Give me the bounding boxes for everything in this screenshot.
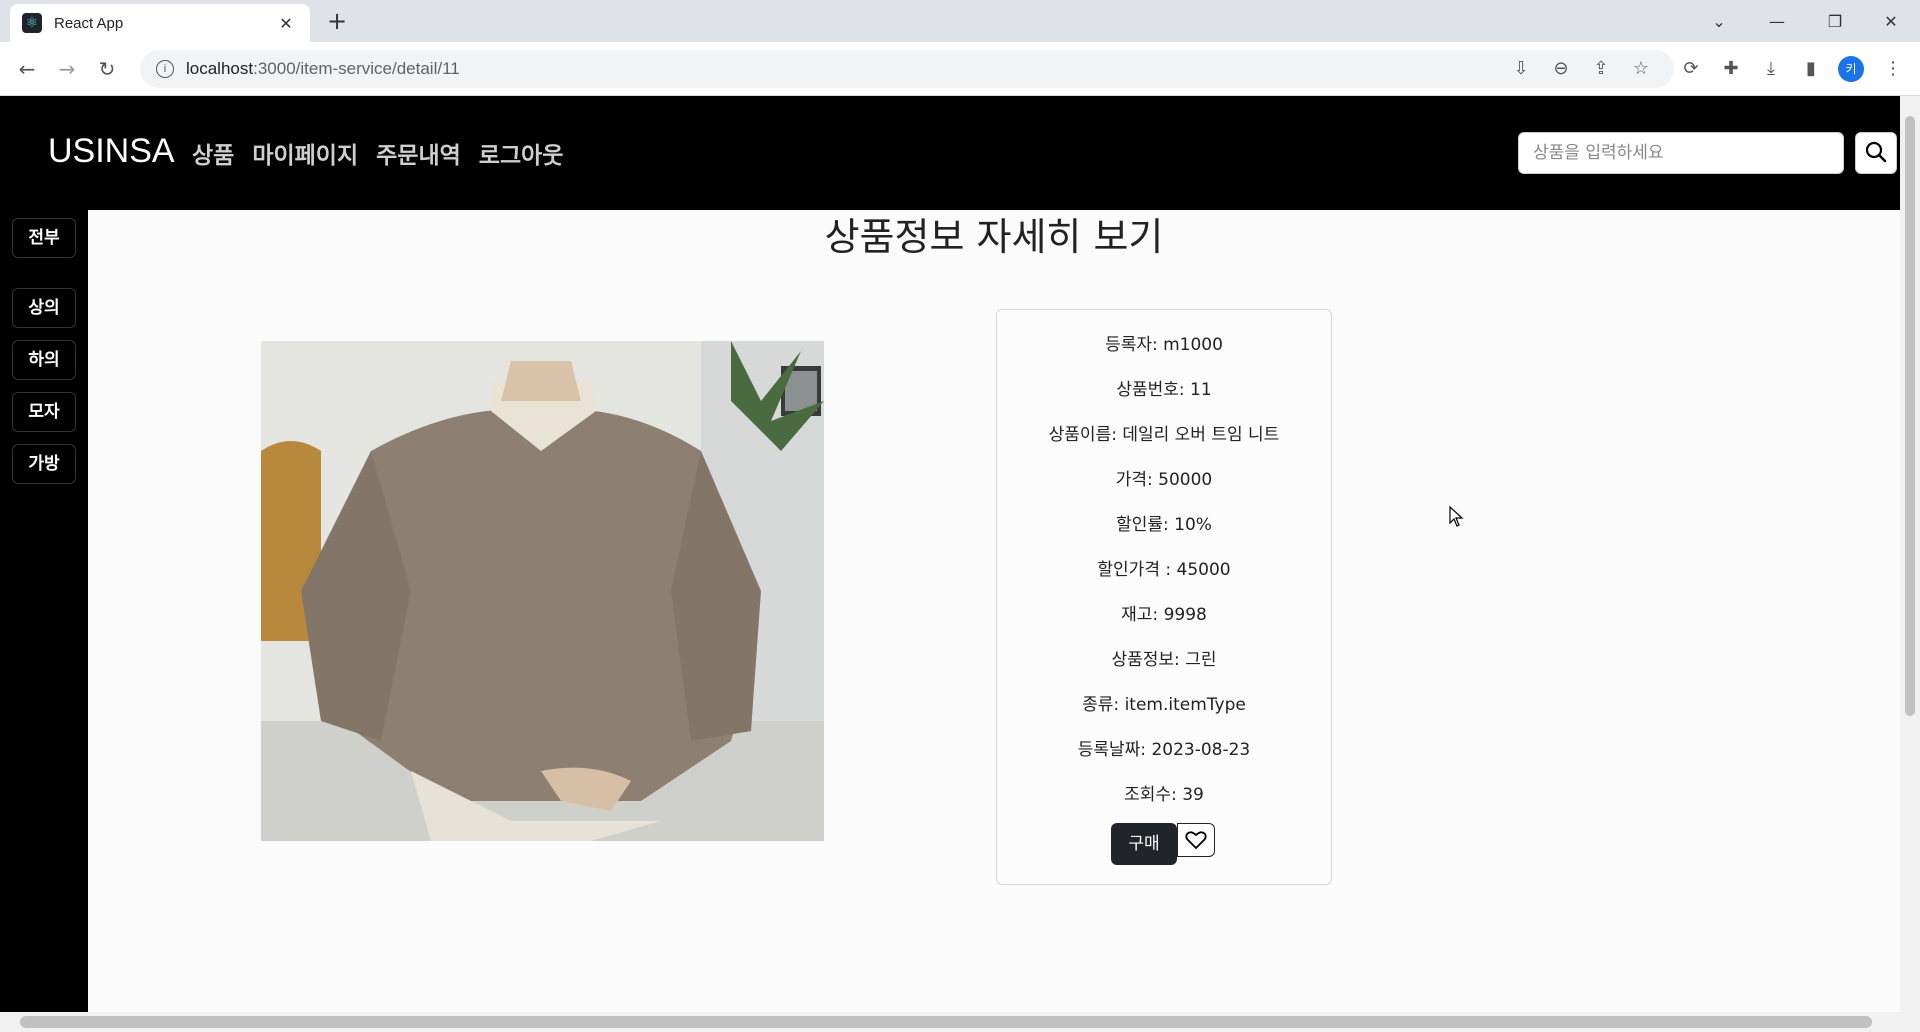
- browser-toolbar: ← → ↻ i localhost:3000/item-service/deta…: [0, 42, 1920, 96]
- share-icon[interactable]: ⇪: [1586, 54, 1616, 84]
- category-sidebar: 전부 상의 하의 모자 가방: [0, 210, 88, 1012]
- heart-icon: [1185, 831, 1207, 850]
- category-tops[interactable]: 상의: [12, 288, 76, 328]
- product-info-text: 상품정보: 그린: [1111, 650, 1217, 670]
- vertical-scroll-thumb[interactable]: [1905, 116, 1915, 716]
- nav-item-orders[interactable]: 주문내역: [376, 136, 461, 170]
- window-close-button[interactable]: ✕: [1862, 0, 1920, 42]
- like-button[interactable]: [1177, 823, 1215, 857]
- nav-item-logout[interactable]: 로그아웃: [479, 136, 564, 170]
- react-logo-icon: ⚛: [22, 13, 42, 33]
- buy-button[interactable]: 구매: [1111, 823, 1177, 865]
- page: USINSA 상품 마이페이지 주문내역 로그아웃 상품을 입력하세요 전부 상…: [0, 96, 1900, 1012]
- discount-price-text: 할인가격 : 45000: [1097, 560, 1231, 580]
- minimize-button[interactable]: —: [1748, 0, 1806, 42]
- product-id-text: 상품번호: 11: [1116, 380, 1212, 400]
- search-input[interactable]: 상품을 입력하세요: [1518, 132, 1844, 174]
- category-all[interactable]: 전부: [12, 218, 76, 258]
- price-text: 가격: 50000: [1115, 470, 1213, 490]
- bookmark-star-icon[interactable]: ☆: [1626, 54, 1656, 84]
- category-bags[interactable]: 가방: [12, 444, 76, 484]
- address-bar[interactable]: i localhost:3000/item-service/detail/11: [140, 50, 1674, 88]
- downloads-icon[interactable]: ⤓: [1756, 54, 1786, 84]
- search-button[interactable]: [1855, 132, 1897, 174]
- brand-logo[interactable]: USINSA: [48, 132, 175, 171]
- tab-search-icon[interactable]: ⌄: [1690, 0, 1748, 42]
- url-text: localhost:3000/item-service/detail/11: [186, 59, 460, 78]
- main-nav: 상품 마이페이지 주문내역 로그아웃: [192, 136, 563, 170]
- product-name-text: 상품이름: 데일리 오버 트임 니트: [1048, 425, 1280, 445]
- stock-text: 재고: 9998: [1121, 605, 1207, 625]
- profile-avatar[interactable]: 키: [1838, 56, 1864, 82]
- category-hats[interactable]: 모자: [12, 392, 76, 432]
- product-image: [261, 341, 824, 841]
- new-tab-button[interactable]: +: [322, 6, 352, 36]
- back-icon[interactable]: ←: [10, 52, 44, 86]
- view-count-text: 조회수: 39: [1124, 785, 1204, 805]
- horizontal-scrollbar[interactable]: [0, 1012, 1920, 1032]
- tab-title: React App: [54, 14, 124, 32]
- product-type-text: 종류: item.itemType: [1082, 695, 1246, 715]
- restore-button[interactable]: ❐: [1806, 0, 1864, 42]
- menu-icon[interactable]: ⋮: [1878, 54, 1908, 84]
- tab-close-icon[interactable]: ✕: [274, 14, 298, 33]
- horizontal-scroll-thumb[interactable]: [20, 1016, 1872, 1028]
- nav-item-products[interactable]: 상품: [192, 136, 234, 170]
- refresh-extension-icon[interactable]: ⟳: [1676, 54, 1706, 84]
- side-panel-icon[interactable]: ▮: [1796, 54, 1826, 84]
- forward-icon[interactable]: →: [50, 52, 84, 86]
- mouse-cursor-icon: [1449, 506, 1464, 527]
- site-header: USINSA 상품 마이페이지 주문내역 로그아웃 상품을 입력하세요: [0, 96, 1900, 210]
- page-title: 상품정보 자세히 보기: [824, 215, 1164, 259]
- discount-rate-text: 할인률: 10%: [1116, 515, 1212, 535]
- vertical-scrollbar[interactable]: [1900, 96, 1920, 1012]
- search-icon: [1865, 141, 1887, 163]
- extensions-icon[interactable]: ✚: [1716, 54, 1746, 84]
- browser-tab[interactable]: ⚛ React App ✕: [10, 4, 310, 42]
- browser-tab-bar: ⚛ React App ✕ + ⌄ — ❐ ✕: [0, 0, 1920, 42]
- register-date-text: 등록날짜: 2023-08-23: [1077, 740, 1251, 760]
- registrant-text: 등록자: m1000: [1105, 335, 1223, 355]
- zoom-icon[interactable]: ⊖: [1546, 54, 1576, 84]
- reload-icon[interactable]: ↻: [90, 52, 124, 86]
- product-info-card: 등록자: m1000 상품번호: 11 상품이름: 데일리 오버 트임 니트 가…: [996, 309, 1332, 885]
- category-bottoms[interactable]: 하의: [12, 340, 76, 380]
- nav-item-mypage[interactable]: 마이페이지: [252, 136, 358, 170]
- site-info-icon[interactable]: i: [156, 60, 174, 78]
- install-icon[interactable]: ⇩: [1506, 54, 1536, 84]
